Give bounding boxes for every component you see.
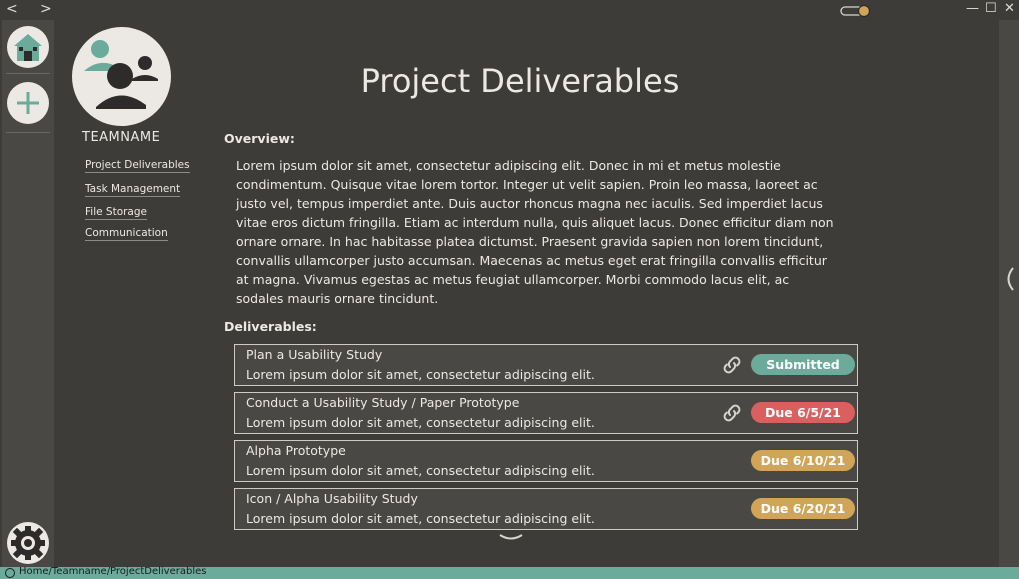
forward-button[interactable]: > [40,1,52,17]
link-icon[interactable] [720,353,744,377]
deliverable-card[interactable]: Icon / Alpha Usability Study Lorem ipsum… [234,488,858,530]
right-panel-toggle-bar[interactable] [999,20,1019,567]
settings-button[interactable] [7,522,49,564]
status-indicator-icon [5,568,15,578]
deliverables-heading: Deliverables: [224,319,317,334]
nav-link-communication[interactable]: Communication [85,227,168,241]
title-bar: < > — ☐ ✕ [0,0,1019,20]
link-icon[interactable] [720,401,744,425]
rail-divider [6,132,50,133]
page-title: Project Deliverables [360,62,680,100]
status-bar: Home/Teamname/ProjectDeliverables [0,566,1019,579]
status-badge: Due 6/5/21 [751,402,855,423]
deliverable-card[interactable]: Alpha Prototype Lorem ipsum dolor sit am… [234,440,858,482]
app-window: < > — ☐ ✕ TEAMNAME Project Deliverables … [0,0,1019,579]
status-badge: Submitted [751,354,855,375]
overview-text: Lorem ipsum dolor sit amet, consectetur … [236,158,834,306]
maximize-button[interactable]: ☐ [985,1,997,16]
nav-link-project-deliverables[interactable]: Project Deliverables [85,159,190,173]
deliverable-title: Icon / Alpha Usability Study [246,491,418,506]
nav-link-file-storage[interactable]: File Storage [85,206,147,220]
app-rail [2,20,54,567]
chevron-left-icon[interactable] [1002,266,1016,292]
deliverable-description: Lorem ipsum dolor sit amet, consectetur … [246,463,595,478]
chevron-down-icon[interactable] [498,532,524,544]
status-badge: Due 6/10/21 [751,450,855,471]
back-button[interactable]: < [6,1,18,17]
deliverable-title: Alpha Prototype [246,443,346,458]
deliverable-description: Lorem ipsum dolor sit amet, consectetur … [246,415,595,430]
deliverable-description: Lorem ipsum dolor sit amet, consectetur … [246,367,595,382]
status-badge: Due 6/20/21 [751,498,855,519]
deliverable-card[interactable]: Conduct a Usability Study / Paper Protot… [234,392,858,434]
theme-toggle-icon[interactable] [840,4,872,18]
deliverable-title: Plan a Usability Study [246,347,383,362]
deliverable-title: Conduct a Usability Study / Paper Protot… [246,395,520,410]
deliverable-description: Lorem ipsum dolor sit amet, consectetur … [246,511,595,526]
overview-heading: Overview: [224,131,295,146]
minimize-button[interactable]: — [966,1,979,16]
breadcrumb-path: Home/Teamname/ProjectDeliverables [19,566,207,577]
team-name: TEAMNAME [82,130,161,145]
close-button[interactable]: ✕ [1004,1,1015,16]
gear-icon [11,526,45,560]
nav-link-task-management[interactable]: Task Management [85,183,181,197]
deliverable-card[interactable]: Plan a Usability Study Lorem ipsum dolor… [234,344,858,386]
